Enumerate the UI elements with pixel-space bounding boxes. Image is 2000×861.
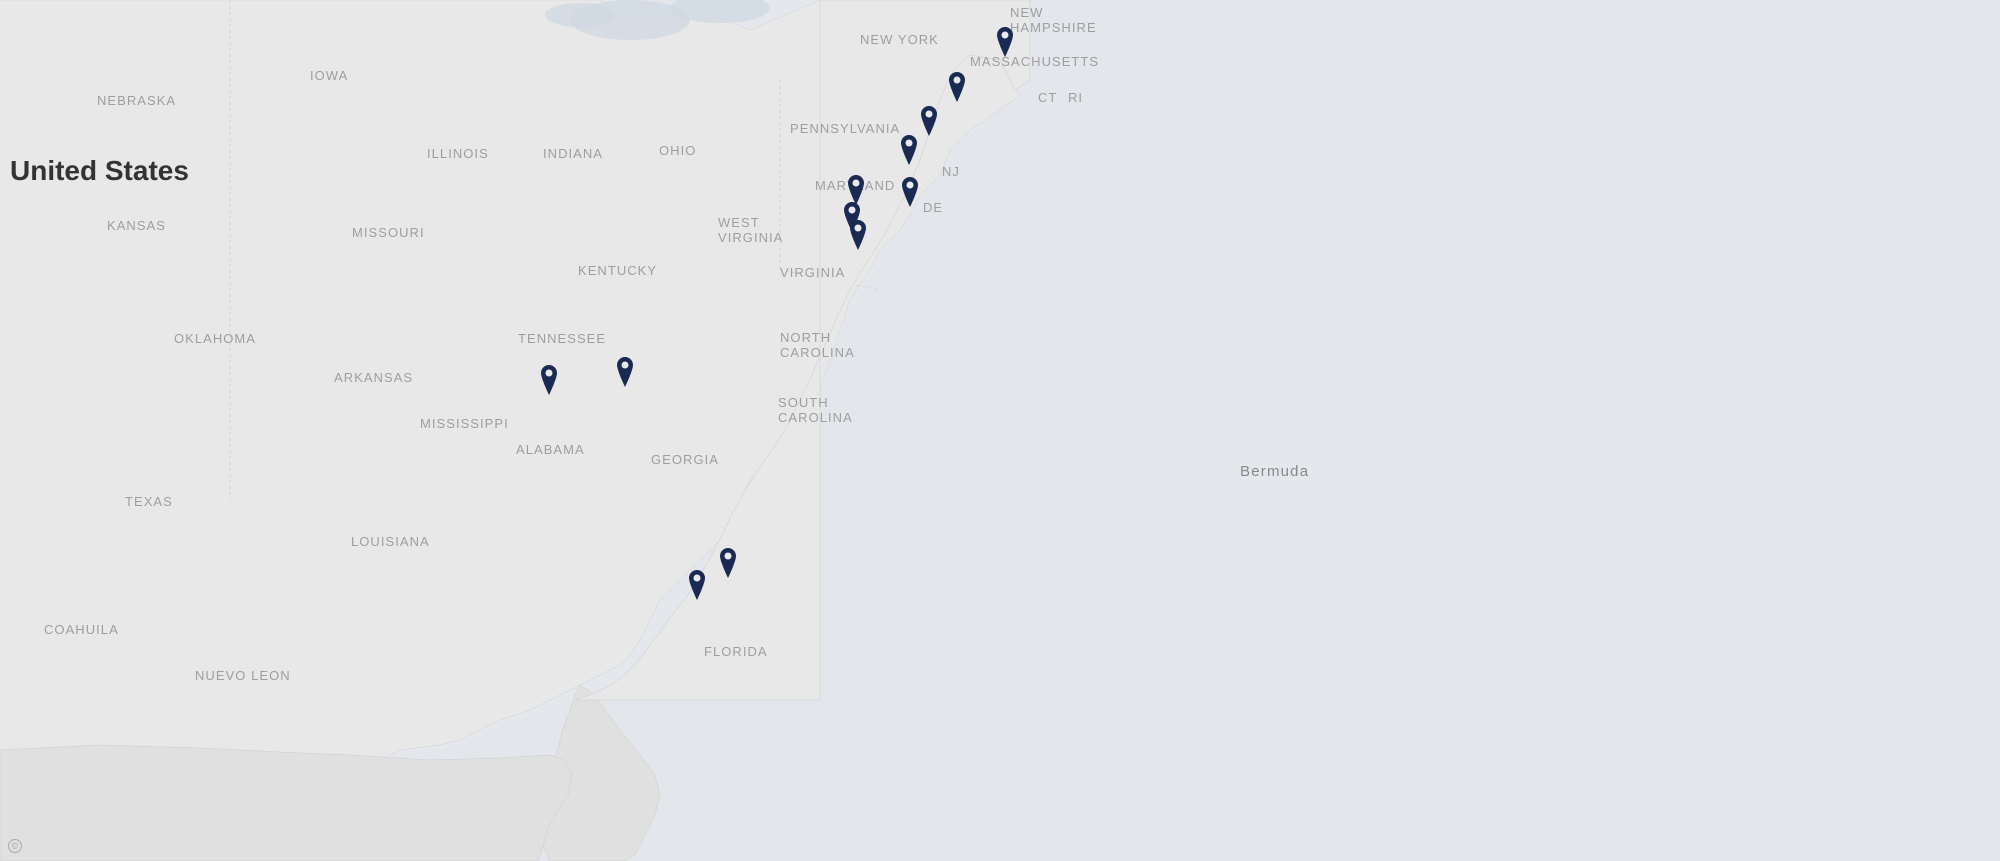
map-attribution: © (8, 839, 28, 853)
pin-nyc[interactable] (945, 72, 969, 102)
pin-md2[interactable] (898, 177, 922, 207)
pin-va2[interactable] (846, 220, 870, 250)
pin-al2[interactable] (613, 357, 637, 387)
pin-al1[interactable] (537, 365, 561, 395)
pin-pa[interactable] (917, 106, 941, 136)
pin-md1[interactable] (844, 175, 868, 205)
map-container: United States NEBRASKAIOWAILLINOISINDIAN… (0, 0, 2000, 861)
pin-ma[interactable] (993, 27, 1017, 57)
pin-fl2[interactable] (716, 548, 740, 578)
copyright-icon: © (8, 839, 22, 853)
map-svg (0, 0, 2000, 861)
pin-nj-de[interactable] (897, 135, 921, 165)
pin-fl1[interactable] (685, 570, 709, 600)
